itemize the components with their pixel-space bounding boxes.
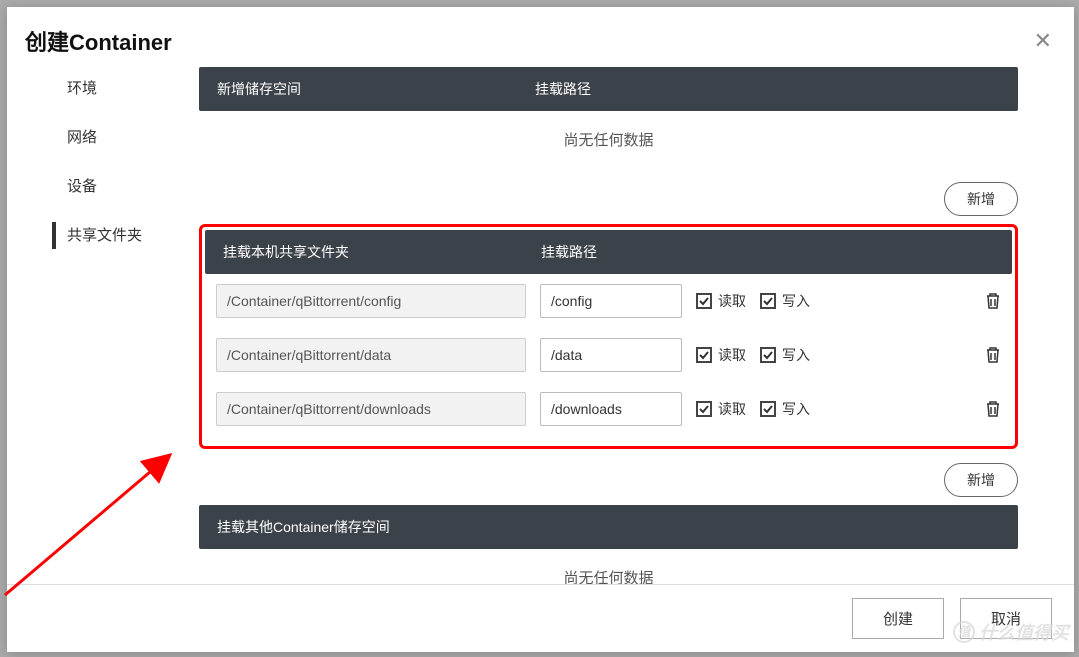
read-label: 读取 bbox=[718, 291, 746, 311]
sidebar-item-network[interactable]: 网络 bbox=[7, 112, 195, 161]
highlighted-section: 挂载本机共享文件夹 挂载路径 读取 写入 bbox=[199, 224, 1018, 449]
host-path-input[interactable] bbox=[216, 284, 526, 318]
create-container-modal: 创建Container ✕ 环境 网络 设备 共享文件夹 新增储存空间 挂载路径… bbox=[7, 7, 1074, 652]
write-checkbox[interactable] bbox=[760, 347, 776, 363]
storage-empty: 尚无任何数据 bbox=[199, 111, 1018, 168]
trash-icon[interactable] bbox=[985, 346, 1001, 364]
modal-title: 创建Container bbox=[25, 25, 172, 57]
storage-header-right: 挂载路径 bbox=[535, 79, 1000, 99]
read-checkbox[interactable] bbox=[696, 401, 712, 417]
other-header: 挂载其他Container储存空间 bbox=[199, 505, 1018, 549]
storage-header-left: 新增储存空间 bbox=[217, 79, 535, 99]
content-scroll[interactable]: 新增储存空间 挂载路径 尚无任何数据 新增 挂载本机共享文件夹 挂载路径 bbox=[195, 67, 1074, 584]
close-icon[interactable]: ✕ bbox=[1034, 28, 1052, 54]
storage-header: 新增储存空间 挂载路径 bbox=[199, 67, 1018, 111]
shared-row: 读取 写入 bbox=[202, 382, 1015, 436]
trash-icon[interactable] bbox=[985, 292, 1001, 310]
trash-icon[interactable] bbox=[985, 400, 1001, 418]
mount-path-input[interactable] bbox=[540, 338, 682, 372]
read-label: 读取 bbox=[718, 345, 746, 365]
sidebar-item-env[interactable]: 环境 bbox=[7, 77, 195, 112]
modal-body: 环境 网络 设备 共享文件夹 新增储存空间 挂载路径 尚无任何数据 新增 挂载本… bbox=[7, 67, 1074, 584]
host-path-input[interactable] bbox=[216, 392, 526, 426]
shared-header-right: 挂载路径 bbox=[541, 242, 994, 262]
cancel-button[interactable]: 取消 bbox=[960, 598, 1052, 639]
add-shared-button[interactable]: 新增 bbox=[944, 182, 1018, 216]
read-checkbox[interactable] bbox=[696, 347, 712, 363]
write-label: 写入 bbox=[782, 345, 810, 365]
write-label: 写入 bbox=[782, 291, 810, 311]
sidebar-item-shared-folder[interactable]: 共享文件夹 bbox=[7, 210, 195, 259]
other-header-left: 挂载其他Container储存空间 bbox=[217, 517, 390, 537]
modal-header: 创建Container ✕ bbox=[7, 7, 1074, 67]
sidebar-item-device[interactable]: 设备 bbox=[7, 161, 195, 210]
write-checkbox[interactable] bbox=[760, 293, 776, 309]
host-path-input[interactable] bbox=[216, 338, 526, 372]
shared-header: 挂载本机共享文件夹 挂载路径 bbox=[205, 230, 1012, 274]
mount-path-input[interactable] bbox=[540, 392, 682, 426]
write-checkbox[interactable] bbox=[760, 401, 776, 417]
shared-header-left: 挂载本机共享文件夹 bbox=[223, 242, 541, 262]
shared-row: 读取 写入 bbox=[202, 274, 1015, 328]
shared-row: 读取 写入 bbox=[202, 328, 1015, 382]
mount-path-input[interactable] bbox=[540, 284, 682, 318]
sidebar: 环境 网络 设备 共享文件夹 bbox=[7, 67, 195, 584]
read-label: 读取 bbox=[718, 399, 746, 419]
add-other-button[interactable]: 新增 bbox=[944, 463, 1018, 497]
other-empty: 尚无任何数据 bbox=[199, 549, 1018, 584]
write-label: 写入 bbox=[782, 399, 810, 419]
read-checkbox[interactable] bbox=[696, 293, 712, 309]
modal-footer: 创建 取消 bbox=[7, 584, 1074, 652]
create-button[interactable]: 创建 bbox=[852, 598, 944, 639]
